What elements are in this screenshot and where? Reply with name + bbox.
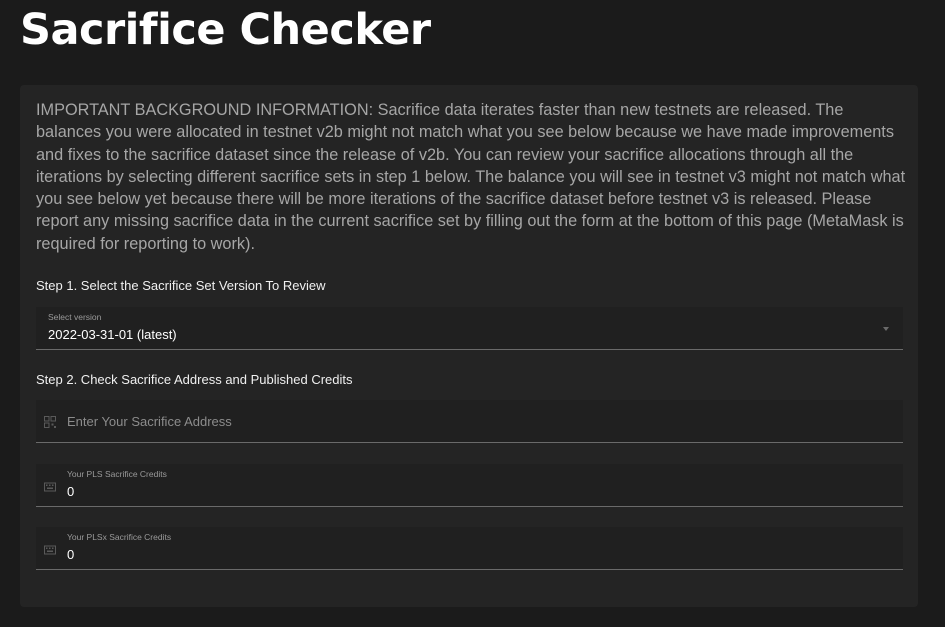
- keyboard-icon: [44, 545, 56, 555]
- main-card: IMPORTANT BACKGROUND INFORMATION: Sacrif…: [20, 85, 918, 607]
- keyboard-icon: [44, 482, 56, 492]
- dropdown-arrow-icon[interactable]: [883, 327, 889, 331]
- pls-credits-field[interactable]: Your PLS Sacrifice Credits 0: [36, 464, 903, 507]
- plsx-credits-label: Your PLSx Sacrifice Credits: [67, 532, 172, 542]
- sacrifice-address-input[interactable]: Enter Your Sacrifice Address: [36, 400, 903, 443]
- version-select-label: Select version: [48, 312, 102, 322]
- page-title: Sacrifice Checker: [20, 5, 431, 55]
- step2-label: Step 2. Check Sacrifice Address and Publ…: [36, 372, 353, 387]
- sacrifice-address-placeholder: Enter Your Sacrifice Address: [67, 414, 232, 429]
- version-select-value: 2022-03-31-01 (latest): [48, 327, 177, 342]
- plsx-credits-value: 0: [67, 547, 75, 562]
- background-info-text: IMPORTANT BACKGROUND INFORMATION: Sacrif…: [36, 101, 906, 253]
- plsx-credits-field[interactable]: Your PLSx Sacrifice Credits 0: [36, 527, 903, 570]
- pls-credits-label: Your PLS Sacrifice Credits: [67, 469, 167, 479]
- pls-credits-value: 0: [67, 484, 75, 499]
- version-select[interactable]: Select version 2022-03-31-01 (latest): [36, 307, 903, 350]
- qr-code-icon: [44, 416, 56, 428]
- step1-label: Step 1. Select the Sacrifice Set Version…: [36, 278, 326, 293]
